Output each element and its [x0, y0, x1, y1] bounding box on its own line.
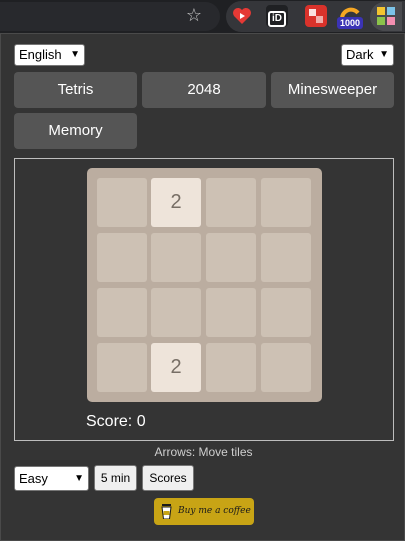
time-limit-button[interactable]: 5 min	[94, 465, 137, 491]
empty-cell	[206, 343, 256, 392]
game-area: 22 Score: 0	[14, 158, 394, 441]
video-heart-extension-icon[interactable]	[231, 5, 253, 27]
empty-cell	[261, 288, 311, 337]
chevron-down-icon: ▼	[379, 49, 389, 60]
language-select[interactable]: English ▼	[14, 44, 85, 66]
empty-cell	[206, 288, 256, 337]
scores-button[interactable]: Scores	[142, 465, 194, 491]
game-board[interactable]: 22	[87, 168, 322, 402]
puzzle-grid-extension-icon[interactable]	[377, 7, 395, 25]
tile: 2	[151, 343, 201, 392]
empty-cell	[261, 343, 311, 392]
empty-cell	[97, 178, 147, 227]
tile: 2	[151, 178, 201, 227]
empty-cell	[97, 288, 147, 337]
empty-cell	[206, 233, 256, 282]
browser-toolbar: ☆ iD 1000	[0, 0, 405, 33]
chevron-down-icon: ▼	[74, 473, 84, 484]
buy-me-a-coffee-button[interactable]: Buy me a coffee	[154, 498, 254, 525]
empty-cell	[206, 178, 256, 227]
empty-cell	[261, 178, 311, 227]
id-extension-icon[interactable]: iD	[266, 5, 288, 27]
empty-cell	[151, 233, 201, 282]
tetris-button[interactable]: Tetris	[14, 72, 137, 108]
red-translate-extension-icon[interactable]	[305, 5, 327, 27]
empty-cell	[261, 233, 311, 282]
difficulty-select[interactable]: Easy ▼	[14, 466, 89, 491]
extension-badge: 1000	[337, 17, 364, 29]
game-2048-button[interactable]: 2048	[142, 72, 266, 108]
controls-hint: Arrows: Move tiles	[154, 445, 253, 459]
empty-cell	[97, 233, 147, 282]
empty-cell	[151, 288, 201, 337]
memory-button[interactable]: Memory	[14, 113, 137, 149]
chevron-down-icon: ▼	[70, 49, 80, 60]
empty-cell	[97, 343, 147, 392]
coffee-cup-icon	[161, 504, 172, 519]
score-display: Score: 0	[86, 413, 146, 430]
minesweeper-button[interactable]: Minesweeper	[271, 72, 394, 108]
game-popup: English ▼ Dark ▼ Tetris 2048 Minesweeper M…	[0, 33, 405, 541]
bookmark-star-icon[interactable]: ☆	[184, 5, 204, 25]
theme-select[interactable]: Dark ▼	[341, 44, 394, 66]
